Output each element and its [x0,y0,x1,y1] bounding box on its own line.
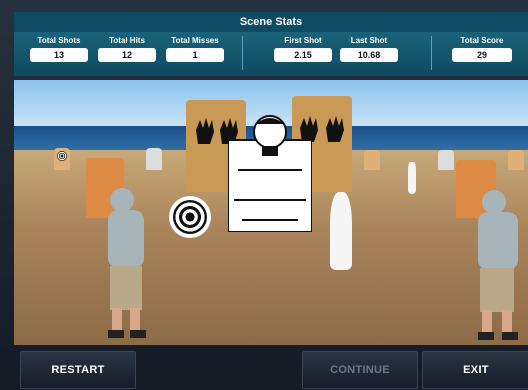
bullseye-target [169,196,211,238]
stat-last-shot: Last Shot 10.68 [340,36,398,62]
exit-button[interactable]: EXIT [422,351,528,389]
stat-value: 10.68 [340,48,398,62]
stat-label: Total Shots [37,36,81,45]
stat-value: 12 [98,48,156,62]
distant-target [438,150,454,170]
scene-stats-panel: Scene Stats Total Shots 13 Total Hits 12… [14,12,528,76]
stat-value: 1 [166,48,224,62]
bullseye-icon [57,151,67,161]
bullseye-icon [173,200,207,234]
stat-label: Total Score [460,36,504,45]
divider [242,36,243,70]
continue-button[interactable]: CONTINUE [302,351,418,389]
stat-label: Total Misses [171,36,219,45]
panel-title: Scene Stats [14,12,528,32]
distant-target [364,150,380,170]
distant-target [508,150,524,170]
stat-value: 13 [30,48,88,62]
shooter-left [100,178,156,340]
stat-value: 29 [452,48,512,62]
stat-total-misses: Total Misses 1 [166,36,224,62]
stat-total-hits: Total Hits 12 [98,36,156,62]
threat-target [227,110,313,233]
stat-total-shots: Total Shots 13 [30,36,88,62]
divider [431,36,432,70]
restart-button[interactable]: RESTART [20,351,136,389]
stat-total-score: Total Score 29 [452,36,512,62]
stat-value: 2.15 [274,48,332,62]
shooting-range-scene[interactable] [14,80,528,345]
stat-first-shot: First Shot 2.15 [274,36,332,62]
stat-label: First Shot [284,36,322,45]
stat-label: Total Hits [109,36,145,45]
white-silhouette-target [330,192,352,270]
shooter-right [470,180,526,342]
distant-target [146,148,162,170]
white-silhouette-target [408,162,416,194]
stat-label: Last Shot [350,36,388,45]
